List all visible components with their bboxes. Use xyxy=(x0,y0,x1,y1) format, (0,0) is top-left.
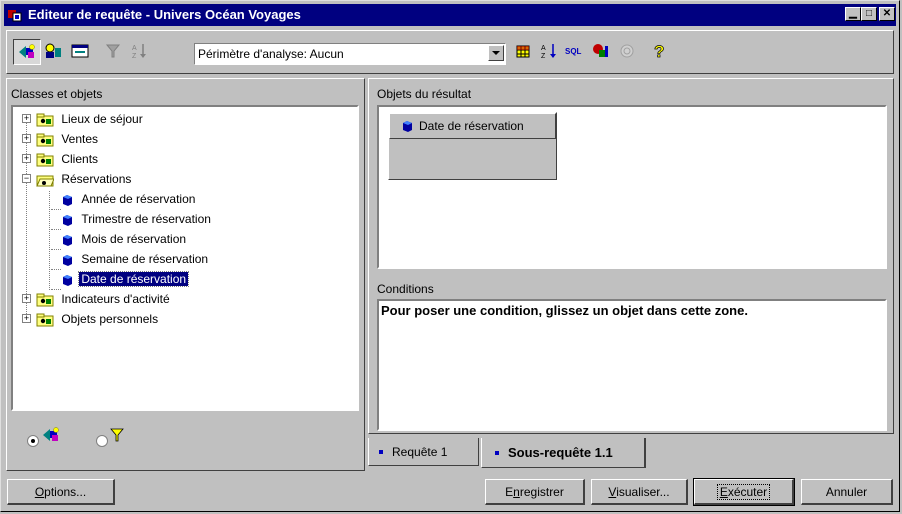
svg-text:?: ? xyxy=(654,42,664,61)
result-objects-zone[interactable]: Date de réservation xyxy=(377,105,887,269)
show-objects-radio[interactable] xyxy=(27,435,39,447)
tab-requete-1[interactable]: Requête 1 xyxy=(368,438,479,466)
tree-class-item[interactable]: Lieux de séjour xyxy=(36,110,145,128)
expand-toggle[interactable]: + xyxy=(22,154,31,163)
sort-button[interactable]: AZ xyxy=(126,39,152,63)
execute-button[interactable]: Exécuter xyxy=(693,478,795,506)
conditions-title: Conditions xyxy=(377,282,434,296)
sort-az-icon: AZ xyxy=(132,44,146,60)
result-objects-title: Objets du résultat xyxy=(377,87,472,101)
tree-object-item[interactable]: Année de réservation xyxy=(60,190,197,208)
expand-toggle[interactable]: + xyxy=(22,314,31,323)
maximize-button[interactable]: □ xyxy=(861,7,877,21)
close-button[interactable]: ✕ xyxy=(879,7,895,21)
window-view-icon xyxy=(71,44,89,58)
tree-class-item[interactable]: Objets personnels xyxy=(36,310,160,328)
tree-object-item[interactable]: Semaine de réservation xyxy=(60,250,210,268)
user-conditions-icon xyxy=(45,43,61,58)
dimension-object-icon xyxy=(63,194,72,206)
window-title: Editeur de requête - Univers Océan Voyag… xyxy=(28,7,301,22)
title-bar[interactable]: Editeur de requête - Univers Océan Voyag… xyxy=(4,4,896,26)
classes-objects-icon xyxy=(43,427,59,441)
expand-toggle[interactable]: + xyxy=(22,294,31,303)
tree-object-item-selected[interactable]: Date de réservation xyxy=(60,270,190,288)
scope-of-analysis-dropdown[interactable]: Périmètre d'analyse: Aucun xyxy=(194,43,506,65)
class-folder-icon xyxy=(36,113,54,127)
sort-icon: AZ xyxy=(541,44,556,60)
globe-disabled-icon xyxy=(620,44,634,58)
classes-objects-icon xyxy=(19,44,35,58)
result-object-chip[interactable]: Date de réservation xyxy=(388,112,557,180)
combine-queries-icon xyxy=(593,44,608,57)
tab-sous-requete-1-1[interactable]: Sous-requête 1.1 xyxy=(481,438,646,468)
tree-object-item[interactable]: Mois de réservation xyxy=(60,230,188,248)
help-button[interactable]: ? xyxy=(647,39,673,63)
tab-bullet-icon xyxy=(379,449,383,454)
filter-icon xyxy=(110,428,124,442)
help-icon: ? xyxy=(654,42,665,61)
cube-table-icon xyxy=(516,45,530,58)
classes-objects-title: Classes et objets xyxy=(11,87,103,101)
dropdown-arrow-button[interactable] xyxy=(488,45,504,61)
app-icon xyxy=(7,7,23,23)
dimension-object-icon xyxy=(403,121,412,132)
cancel-button[interactable]: Annuler xyxy=(801,479,893,505)
class-folder-icon xyxy=(36,133,54,147)
classes-objects-panel: Classes et objets + Lieux de séjour + Ve… xyxy=(6,78,365,471)
dimension-object-icon xyxy=(63,254,72,266)
sort-results-button[interactable]: AZ xyxy=(536,39,562,63)
result-object-label: Date de réservation xyxy=(419,119,524,133)
visualize-button[interactable]: Visualiser... xyxy=(591,479,688,505)
options-toolbar-button[interactable] xyxy=(588,39,614,63)
minimize-button[interactable]: ▁ xyxy=(845,7,861,21)
maximize-icon: □ xyxy=(865,8,873,19)
collapse-toggle[interactable]: − xyxy=(22,174,31,183)
sql-icon: SQL xyxy=(565,47,582,56)
tree-class-item[interactable]: Indicateurs d'activité xyxy=(36,290,172,308)
table-view-button[interactable] xyxy=(510,39,536,63)
close-icon: ✕ xyxy=(882,8,892,19)
tree-class-item[interactable]: Ventes xyxy=(36,130,100,148)
svg-text:A: A xyxy=(132,45,137,52)
open-class-folder-icon xyxy=(36,175,55,187)
conditions-hint: Pour poser une condition, glissez un obj… xyxy=(381,303,748,318)
svg-text:Z: Z xyxy=(132,53,137,60)
dimension-object-icon xyxy=(63,274,72,286)
query-editor-window: Editeur de requête - Univers Océan Voyag… xyxy=(0,0,900,512)
svg-text:Z: Z xyxy=(541,53,546,60)
class-folder-icon xyxy=(36,153,54,167)
save-button[interactable]: Enregistrer xyxy=(485,479,585,505)
query-panel: Objets du résultat Date de réservation C… xyxy=(368,78,894,434)
toolbar: AZ Périmètre d'analyse: Aucun AZ SQL ? xyxy=(6,30,894,74)
disabled-toolbar-button[interactable] xyxy=(614,39,640,63)
minimize-icon: ▁ xyxy=(849,8,857,19)
dimension-object-icon xyxy=(63,214,72,226)
filter-button[interactable] xyxy=(100,39,126,63)
dimension-object-icon xyxy=(63,234,72,246)
options-button[interactable]: Options... xyxy=(7,479,115,505)
view-button[interactable] xyxy=(67,39,93,63)
scope-of-analysis-value: Périmètre d'analyse: Aucun xyxy=(198,47,344,61)
sql-button[interactable]: SQL xyxy=(562,39,588,63)
class-folder-icon xyxy=(36,313,54,327)
expand-toggle[interactable]: + xyxy=(22,114,31,123)
tree-object-item[interactable]: Trimestre de réservation xyxy=(60,210,213,228)
show-objects-button[interactable] xyxy=(13,39,41,65)
tree-class-item-reservations[interactable]: Réservations xyxy=(36,170,133,188)
class-folder-icon xyxy=(36,293,54,307)
svg-text:SQL: SQL xyxy=(565,47,582,56)
chevron-down-icon xyxy=(492,50,500,55)
expand-toggle[interactable]: + xyxy=(22,134,31,143)
predefined-conditions-button[interactable] xyxy=(40,39,66,63)
tab-bullet-icon xyxy=(495,450,499,455)
filter-icon xyxy=(105,44,121,58)
tree-class-item[interactable]: Clients xyxy=(36,150,100,168)
svg-text:A: A xyxy=(541,45,546,52)
classes-objects-tree[interactable]: + Lieux de séjour + Ventes + Clients − R… xyxy=(11,105,359,411)
show-conditions-radio[interactable] xyxy=(96,435,108,447)
conditions-zone[interactable]: Pour poser une condition, glissez un obj… xyxy=(377,299,887,431)
